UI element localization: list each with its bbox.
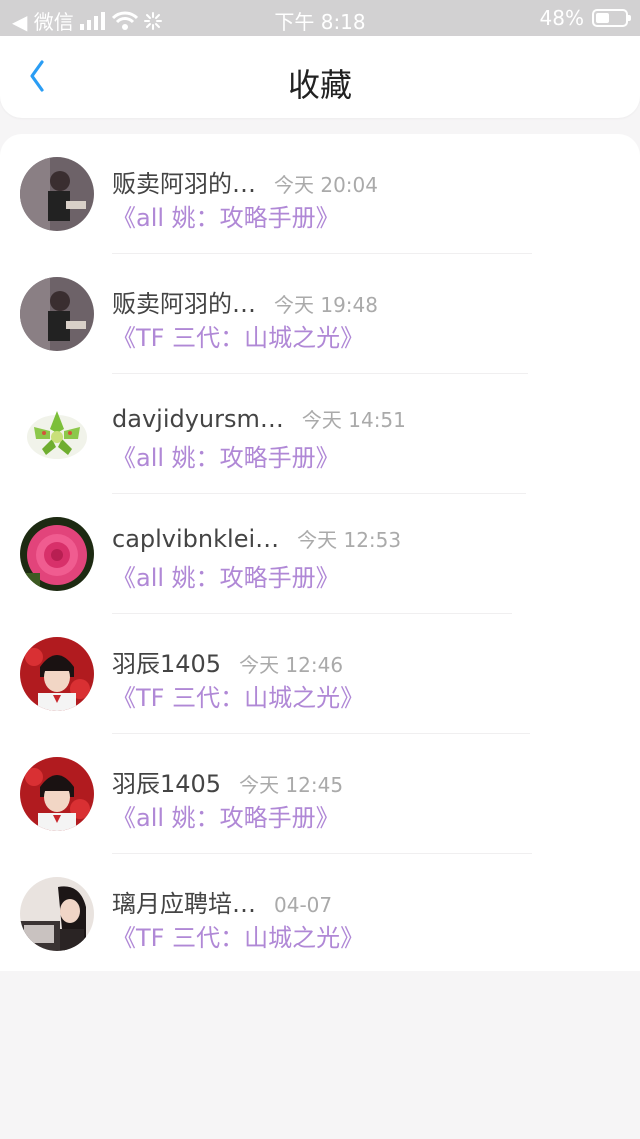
list-item[interactable]: 羽辰1405 今天 12:46 《TF 三代：山城之光》 xyxy=(0,614,640,734)
name-line: caplvibnklei… 今天 12:53 xyxy=(112,524,401,553)
author-name: 羽辰1405 xyxy=(112,650,222,678)
work-title: 《all 姚：攻略手册》 xyxy=(112,204,340,232)
name-line: 璃月应聘培… 04-07 xyxy=(112,884,332,919)
name-line: 羽辰1405 今天 12:45 xyxy=(112,764,343,799)
work-title: 《TF 三代：山城之光》 xyxy=(112,684,365,712)
avatar xyxy=(20,637,94,711)
work-title: 《all 姚：攻略手册》 xyxy=(112,444,340,472)
author-name: caplvibnklei… xyxy=(112,525,280,553)
timestamp: 04-07 xyxy=(274,893,333,917)
work-title: 《all 姚：攻略手册》 xyxy=(112,564,340,592)
name-line: 贩卖阿羽的… 今天 20:04 xyxy=(112,164,378,199)
timestamp: 今天 12:53 xyxy=(297,528,402,552)
author-name: 羽辰1405 xyxy=(112,770,222,798)
work-title: 《all 姚：攻略手册》 xyxy=(112,804,340,832)
timestamp: 今天 14:51 xyxy=(301,408,406,432)
timestamp: 今天 12:46 xyxy=(239,653,344,677)
status-right: 48% xyxy=(539,6,631,30)
author-name: davjidyursm… xyxy=(112,405,284,433)
name-line: davjidyursm… 今天 14:51 xyxy=(112,404,406,433)
status-bar: ◀ 微信 下午 8:18 48% xyxy=(0,0,640,36)
page-title: 收藏 xyxy=(287,66,352,104)
timestamp: 今天 12:45 xyxy=(239,773,344,797)
list-item[interactable]: 羽辰1405 今天 12:45 《all 姚：攻略手册》 xyxy=(0,734,640,854)
author-name: 璃月应聘培… xyxy=(112,890,256,918)
avatar xyxy=(20,877,94,951)
list-item[interactable]: 璃月应聘培… 04-07 《TF 三代：山城之光》 xyxy=(0,854,640,974)
work-title: 《TF 三代：山城之光》 xyxy=(112,924,365,952)
avatar xyxy=(20,397,94,471)
work-title: 《TF 三代：山城之光》 xyxy=(112,324,365,352)
timestamp: 今天 19:48 xyxy=(274,293,378,317)
list-item[interactable]: caplvibnklei… 今天 12:53 《all 姚：攻略手册》 xyxy=(0,494,640,614)
avatar xyxy=(20,157,94,231)
timestamp: 今天 20:04 xyxy=(274,173,378,197)
list-item[interactable]: 贩卖阿羽的… 今天 20:04 《all 姚：攻略手册》 xyxy=(0,134,640,254)
favorites-list: 贩卖阿羽的… 今天 20:04 《all 姚：攻略手册》 贩卖阿羽的… 今天 1… xyxy=(0,134,640,971)
avatar xyxy=(20,277,94,351)
battery-percent: 48% xyxy=(539,6,584,30)
list-item[interactable]: 贩卖阿羽的… 今天 19:48 《TF 三代：山城之光》 xyxy=(0,254,640,374)
nav-bar: 收藏 xyxy=(0,36,640,118)
avatar xyxy=(20,757,94,831)
battery-icon xyxy=(592,9,631,27)
list-item[interactable]: davjidyursm… 今天 14:51 《all 姚：攻略手册》 xyxy=(0,374,640,494)
author-name: 贩卖阿羽的… xyxy=(112,290,256,318)
name-line: 贩卖阿羽的… 今天 19:48 xyxy=(112,284,378,319)
name-line: 羽辰1405 今天 12:46 xyxy=(112,644,343,679)
author-name: 贩卖阿羽的… xyxy=(112,170,256,198)
avatar xyxy=(20,517,94,591)
